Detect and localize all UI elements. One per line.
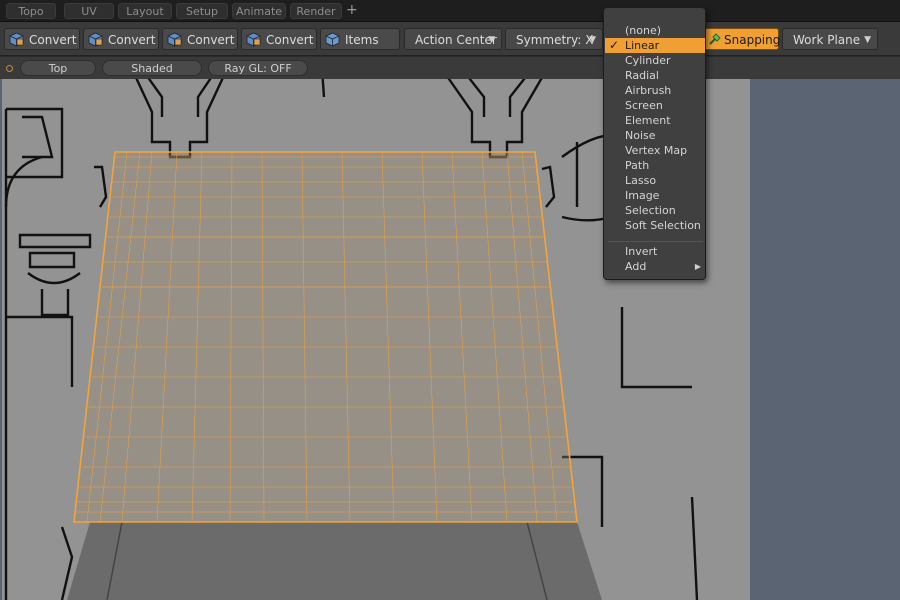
convert-label: Convert [187, 33, 235, 47]
tab-topo[interactable]: Topo [6, 3, 56, 19]
add-tab-button[interactable]: + [346, 2, 358, 18]
viewport-status-dot[interactable] [6, 65, 13, 72]
cube-items-icon [325, 32, 340, 47]
snapping-button[interactable]: Snapping [703, 28, 781, 50]
menu-item-element[interactable]: Element [605, 113, 705, 128]
menu-item-none[interactable]: (none) [605, 23, 705, 38]
convert-label: Convert [108, 33, 156, 47]
caret-down-icon: ▼ [488, 35, 495, 45]
shading-mode-button[interactable]: Shaded [102, 60, 202, 76]
convert-label: Convert [29, 33, 77, 47]
work-plane-label: Work Plane [793, 33, 861, 47]
menu-separator [608, 241, 703, 242]
menu-item-airbrush[interactable]: Airbrush [605, 83, 705, 98]
menu-item-noise[interactable]: Noise [605, 128, 705, 143]
menu-item-path[interactable]: Path [605, 158, 705, 173]
ray-gl-button[interactable]: Ray GL: OFF [208, 60, 308, 76]
falloff-dropdown-menu: (none) ✓ Linear Cylinder Radial Airbrush… [603, 7, 706, 280]
menu-item-screen[interactable]: Screen [605, 98, 705, 113]
convert-button-2[interactable]: Convert [83, 28, 159, 50]
cube-convert-icon [88, 32, 103, 47]
view-type-button[interactable]: Top [20, 60, 96, 76]
action-center-dropdown[interactable]: Action Center ▼ [404, 28, 502, 50]
work-plane-dropdown[interactable]: Work Plane ▼ [782, 28, 878, 50]
menu-item-add[interactable]: Add ▶ [605, 259, 705, 274]
menu-item-cylinder[interactable]: Cylinder [605, 53, 705, 68]
cube-convert-icon [246, 32, 261, 47]
magnet-snap-icon [709, 33, 721, 45]
tab-render[interactable]: Render [290, 3, 342, 19]
menu-item-label: Add [625, 260, 647, 273]
items-button[interactable]: Items [320, 28, 400, 50]
symmetry-label: Symmetry: X [516, 33, 594, 47]
menu-item-linear[interactable]: ✓ Linear [605, 38, 705, 53]
menu-item-vertex-map[interactable]: Vertex Map [605, 143, 705, 158]
layout-tab-bar: Topo UV Layout Setup Animate Render + [0, 0, 900, 22]
symmetry-dropdown[interactable]: Symmetry: X ▼ [505, 28, 603, 50]
menu-item-lasso[interactable]: Lasso [605, 173, 705, 188]
cube-convert-icon [167, 32, 182, 47]
tab-layout[interactable]: Layout [118, 3, 172, 19]
menu-item-invert[interactable]: Invert [605, 244, 705, 259]
menu-item-selection[interactable]: Selection [605, 203, 705, 218]
menu-item-radial[interactable]: Radial [605, 68, 705, 83]
menu-item-image[interactable]: Image [605, 188, 705, 203]
tab-uv[interactable]: UV [64, 3, 114, 19]
action-center-label: Action Center [415, 33, 497, 47]
tab-setup[interactable]: Setup [176, 3, 228, 19]
menu-item-soft-selection[interactable]: Soft Selection [605, 218, 705, 233]
main-toolbar: Convert Convert Convert Convert Items Ac… [0, 22, 900, 56]
convert-button-4[interactable]: Convert [241, 28, 317, 50]
tab-animate[interactable]: Animate [232, 3, 286, 19]
selected-mesh [73, 151, 578, 523]
lower-block [67, 522, 602, 600]
caret-down-icon: ▼ [589, 35, 596, 45]
viewport-header: Top Shaded Ray GL: OFF [0, 57, 900, 79]
snapping-label: Snapping [724, 33, 781, 47]
checkmark-icon: ✓ [609, 38, 620, 52]
convert-label: Convert [266, 33, 314, 47]
submenu-arrow-icon: ▶ [694, 262, 701, 271]
items-label: Items [345, 33, 379, 47]
menu-item-label: Linear [625, 39, 660, 52]
convert-button-1[interactable]: Convert [4, 28, 80, 50]
convert-button-3[interactable]: Convert [162, 28, 238, 50]
caret-down-icon: ▼ [864, 35, 871, 45]
cube-convert-icon [9, 32, 24, 47]
